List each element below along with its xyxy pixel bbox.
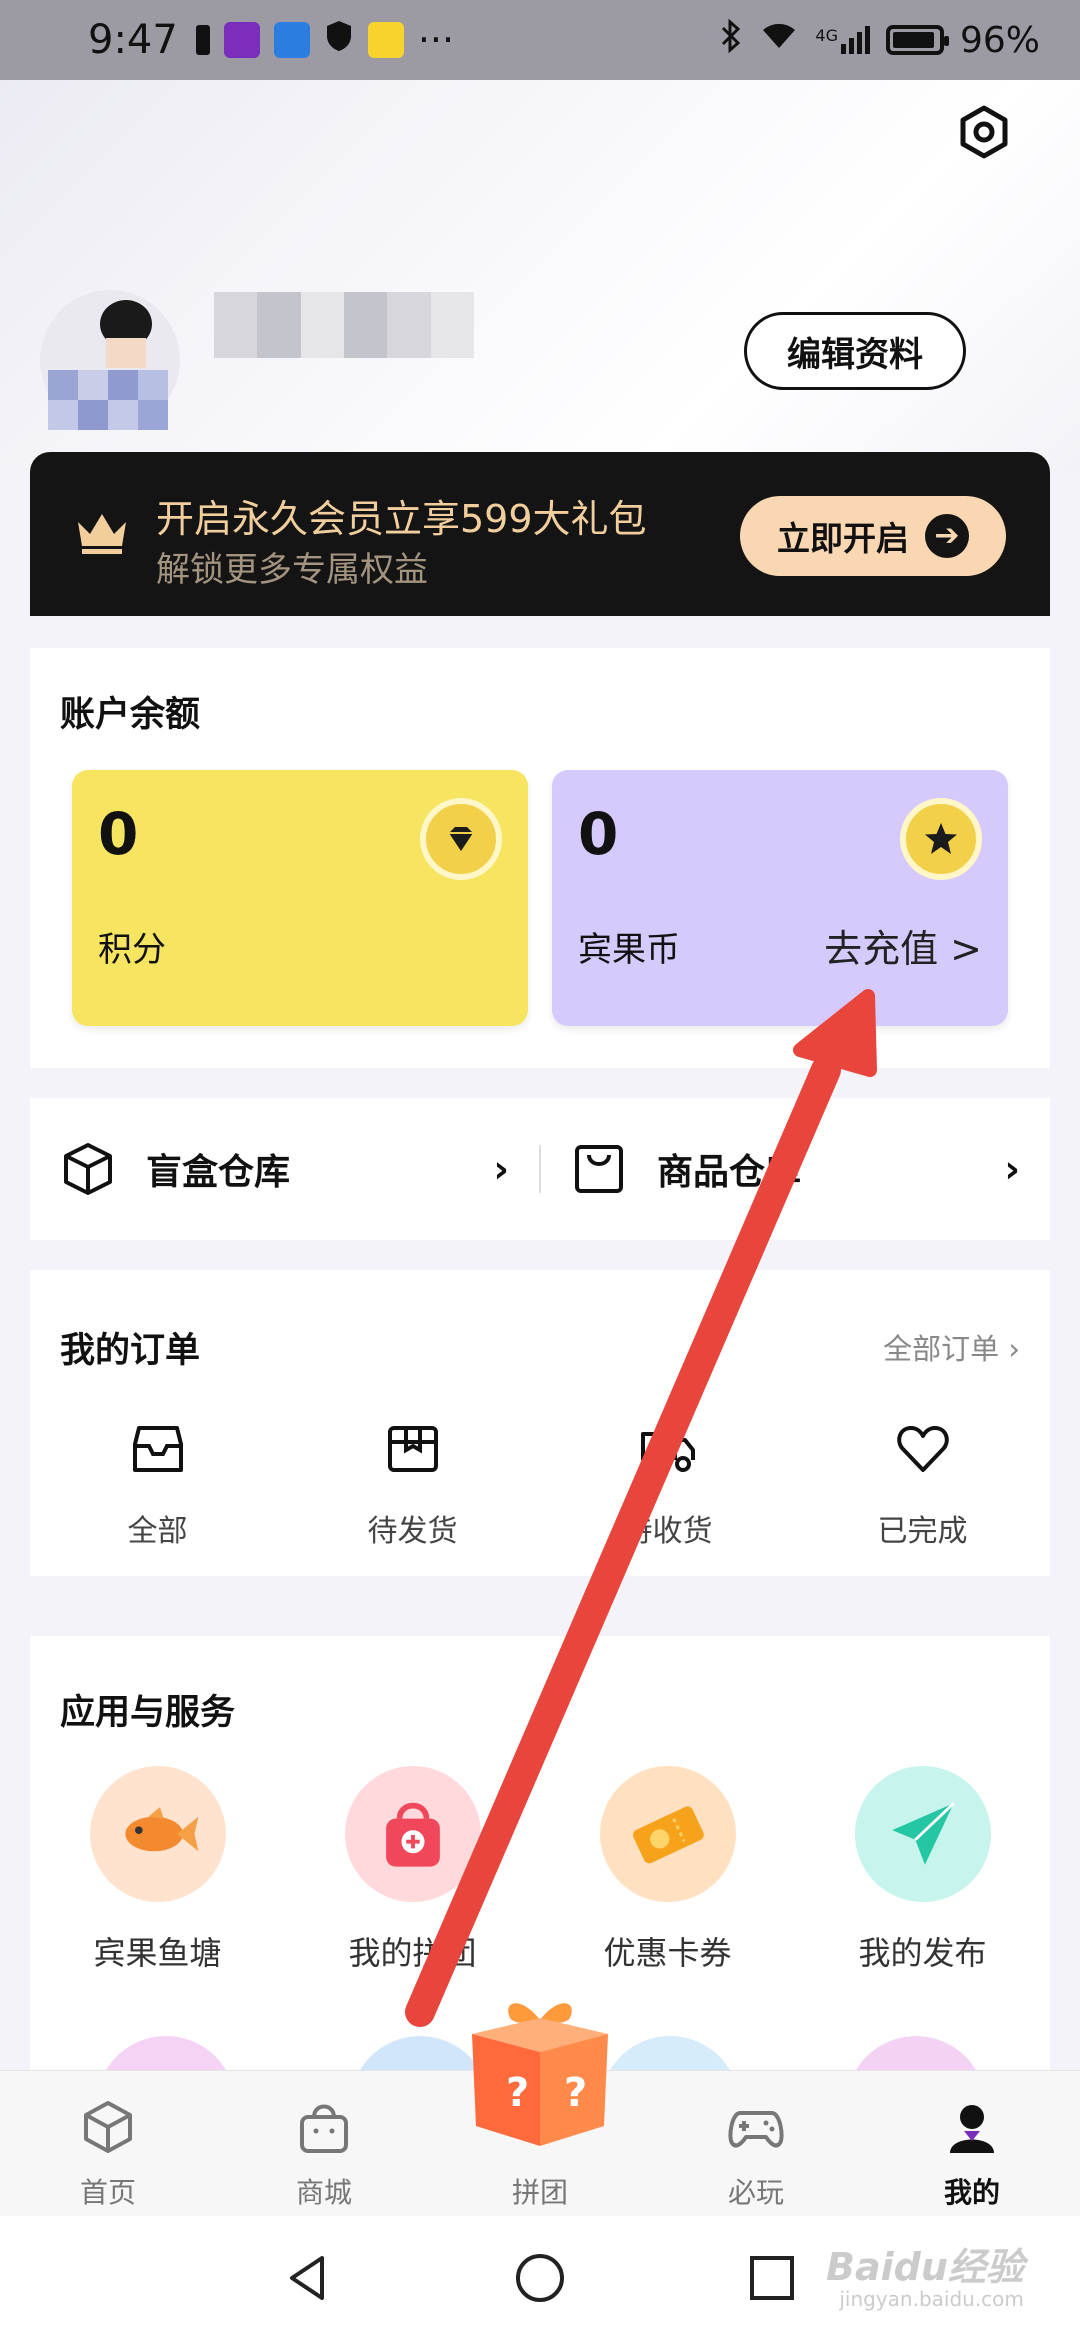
wifi-icon: [759, 20, 799, 61]
watermark-url: jingyan.baidu.com: [839, 2287, 1024, 2311]
more-dots-icon: ···: [417, 18, 455, 62]
username-blurred: [214, 292, 474, 358]
bag-icon: [575, 1145, 623, 1193]
nav-must-play-label: 必玩: [727, 2176, 784, 2209]
edit-profile-button[interactable]: 编辑资料: [744, 312, 966, 390]
nav-mine-label: 我的: [943, 2176, 1000, 2209]
status-bar: 9:47 ··· 4G 96%: [0, 0, 1080, 80]
service-my-posts[interactable]: 我的发布: [795, 1766, 1050, 1974]
watermark-brand: Baidu经验: [826, 2245, 1024, 2289]
balance-title: 账户余额: [60, 695, 201, 735]
star-icon: [900, 798, 982, 880]
order-completed[interactable]: 已完成: [795, 1420, 1050, 1550]
points-label: 积分: [98, 930, 166, 970]
nav-mine[interactable]: 我的: [864, 2071, 1080, 2216]
chevron-right-icon: ›: [1004, 1147, 1020, 1191]
all-orders-link[interactable]: 全部订单 ›: [883, 1326, 1020, 1368]
service-my-group-label: 我的拼团: [348, 1934, 477, 1972]
nav-group-buy-label: 拼团: [511, 2176, 568, 2209]
recents-square-icon[interactable]: [746, 2252, 798, 2304]
status-time: 9:47: [88, 17, 178, 63]
balance-card: 账户余额 0 积分 0 宾果币 去充值 >: [30, 648, 1050, 1068]
coins-value: 0: [578, 800, 619, 868]
goods-warehouse-label: 商品仓库: [657, 1152, 802, 1193]
network-type: 4G: [815, 26, 838, 45]
paper-plane-icon: [854, 1766, 991, 1902]
orders-card: 我的订单 全部订单 › 全部 待发货 待收货 已完成: [30, 1270, 1050, 1576]
nav-home[interactable]: 首页: [0, 2071, 216, 2216]
status-right-icons: 4G 96%: [719, 18, 1040, 62]
shield-icon: [324, 18, 354, 62]
svg-text:?: ?: [506, 2070, 529, 2116]
order-pending-shipment-label: 待发货: [367, 1514, 458, 1549]
app-notification-icon: [223, 22, 260, 58]
avatar[interactable]: [36, 280, 184, 440]
recharge-link[interactable]: 去充值 >: [824, 918, 982, 973]
svg-text:?: ?: [564, 2070, 587, 2116]
points-tile[interactable]: 0 积分: [72, 770, 528, 1026]
battery-percent: 96%: [959, 19, 1040, 61]
fish-icon: [89, 1766, 226, 1902]
truck-icon: [640, 1432, 695, 1472]
app-notification-icon: [367, 22, 404, 58]
order-pending-shipment[interactable]: 待发货: [285, 1420, 540, 1550]
arrow-right-icon: ➔: [925, 514, 969, 558]
box-icon: [64, 1143, 112, 1195]
vip-banner[interactable]: 开启永久会员立享599大礼包 解锁更多专属权益 立即开启 ➔: [30, 452, 1050, 616]
order-completed-label: 已完成: [877, 1514, 968, 1549]
points-value: 0: [98, 800, 139, 868]
order-all[interactable]: 全部: [30, 1420, 285, 1550]
bluetooth-icon: [719, 18, 743, 62]
battery-saver-icon: [195, 25, 210, 55]
watermark: Baidu经验 jingyan.baidu.com: [826, 2236, 1024, 2311]
home-cube-icon: [84, 2101, 132, 2153]
order-status-grid: 全部 待发货 待收货 已完成: [30, 1420, 1050, 1550]
nav-must-play[interactable]: 必玩: [648, 2071, 864, 2216]
vip-open-label: 立即开启: [777, 519, 909, 558]
heart-icon: [896, 1426, 949, 1472]
blindbox-warehouse-item[interactable]: 盲盒仓库 ›: [30, 1098, 539, 1240]
order-pending-receipt-label: 待收货: [622, 1514, 713, 1549]
message-icon: [273, 22, 310, 58]
services-grid: 宾果鱼塘 我的拼团 优惠卡券 我的发布: [30, 1766, 1050, 1974]
service-my-group[interactable]: 我的拼团: [285, 1766, 540, 1974]
warehouse-row: 盲盒仓库 › 商品仓库 ›: [30, 1098, 1050, 1240]
vip-open-button[interactable]: 立即开启 ➔: [740, 496, 1006, 576]
coupon-icon: [599, 1766, 736, 1902]
settings-hexagon-icon[interactable]: [954, 102, 1014, 162]
nav-home-label: 首页: [79, 2176, 136, 2209]
goods-warehouse-item[interactable]: 商品仓库 ›: [541, 1098, 1050, 1240]
service-coupons[interactable]: 优惠卡券: [540, 1766, 795, 1974]
order-all-label: 全部: [127, 1514, 188, 1549]
battery-icon: [885, 25, 949, 55]
service-fish-pond-label: 宾果鱼塘: [93, 1934, 222, 1972]
package-icon: [387, 1426, 438, 1472]
coins-tile[interactable]: 0 宾果币 去充值 >: [552, 770, 1008, 1026]
diamond-icon: [420, 798, 502, 880]
nav-shop-label: 商城: [295, 2176, 352, 2209]
vip-title: 开启永久会员立享599大礼包: [156, 497, 647, 541]
nav-shop[interactable]: 商城: [216, 2071, 432, 2216]
service-my-posts-label: 我的发布: [858, 1934, 987, 1972]
services-title: 应用与服务: [60, 1693, 236, 1733]
crown-icon: [74, 508, 130, 556]
home-circle-icon[interactable]: [514, 2252, 566, 2304]
coins-label: 宾果币: [578, 930, 680, 970]
profile-icon: [950, 2105, 994, 2153]
gift-box-icon[interactable]: ? ?: [452, 1990, 628, 2150]
service-fish-pond[interactable]: 宾果鱼塘: [30, 1766, 285, 1974]
status-left-icons: ···: [195, 18, 455, 62]
inbox-icon: [132, 1426, 183, 1472]
chevron-right-icon: ›: [493, 1147, 509, 1191]
shop-bag-icon: [300, 2104, 348, 2153]
signal-icon: 4G: [815, 26, 870, 54]
group-bag-icon: [344, 1766, 481, 1902]
blindbox-warehouse-label: 盲盒仓库: [146, 1152, 291, 1193]
vip-subtitle: 解锁更多专属权益: [156, 550, 428, 590]
gamepad-icon: [728, 2111, 784, 2148]
order-pending-receipt[interactable]: 待收货: [540, 1420, 795, 1550]
orders-title: 我的订单: [60, 1331, 201, 1371]
back-triangle-icon[interactable]: [282, 2252, 334, 2304]
service-coupons-label: 优惠卡券: [603, 1934, 732, 1972]
